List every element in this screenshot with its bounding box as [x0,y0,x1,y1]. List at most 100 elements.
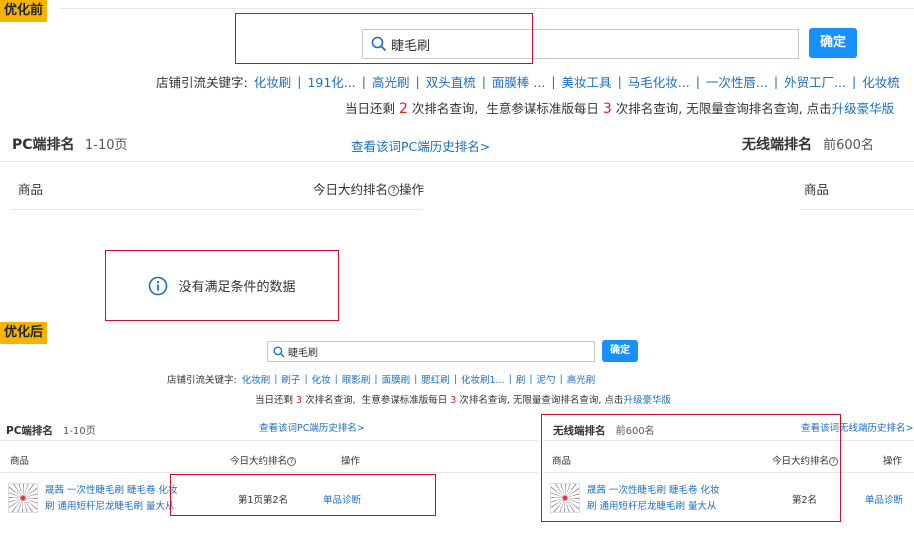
col-rank: 今日大约排名? [230,453,297,467]
keyword-link[interactable]: 化妆 [312,372,331,386]
product-title[interactable]: 晟茜 一次性睫毛刷 睫毛卷 化妆 刷 通用短杆尼龙睫毛刷 量大从 [45,483,178,515]
quota-text: 生意参谋标准版每日 [486,101,599,116]
product-title-line: 刷 通用短杆尼龙睫毛刷 量大从 [45,501,175,512]
keyword-separator: | [304,373,308,385]
confirm-button[interactable]: 确定 [809,28,857,58]
col-product: 商品 [18,182,44,197]
pc-result-highlight [170,474,436,516]
quota-text: 点击 [806,101,832,116]
keyword-separator: | [508,373,512,385]
quota-line-after: 当日还剩 3 次排名查询, 生意参谋标准版每日 3 次排名查询, 无限量查询排名… [255,392,671,406]
keyword-separator: | [274,373,278,385]
wireless-rank-top: 前600名 [823,138,874,153]
keyword-separator: | [361,73,366,89]
col-rank: 今日大约排名? 操作 [313,179,424,198]
keyword-link[interactable]: 面膜刷 [382,372,411,386]
pc-rank-pages: 1-10页 [63,426,96,437]
table-divider-right [800,209,914,210]
after-tag: 优化后 [0,322,48,344]
pc-rank-value: 第1页第2名 [238,495,289,506]
quota-limit: 3 [602,101,612,117]
top-divider [60,8,914,9]
product-thumbnail[interactable] [8,483,38,513]
col-rank-label: 今日大约排名 [230,456,288,467]
help-icon[interactable]: ? [287,457,297,466]
quota-text: 次排名查询, 无限量查询排名查询, [615,101,803,116]
keyword-link[interactable]: 一次性唇... [706,72,768,91]
keyword-link[interactable]: 外贸工厂... [784,72,846,91]
keyword-link[interactable]: 化妆刷 [254,72,292,91]
keyword-link[interactable]: 泥勺 [537,372,556,386]
keyword-separator: | [529,373,533,385]
keyword-link[interactable]: 化妆梳 [862,72,900,91]
keyword-separator: | [334,373,338,385]
help-icon[interactable]: ? [388,185,400,196]
quota-count: 3 [296,395,303,406]
keyword-link[interactable]: 高光刷 [567,372,596,386]
keyword-link[interactable]: 腮红刷 [421,372,450,386]
pc-rank-pages: 1-10页 [85,138,128,153]
quota-text: 次排名查询, [411,101,479,116]
search-value: 睫毛刷 [288,348,318,359]
keyword-separator: | [481,73,486,89]
pc-rank-header: PC端排名 1-10页 [12,134,128,154]
empty-state-box: 没有满足条件的数据 [105,250,339,321]
keyword-separator: | [297,73,302,89]
keyword-label: 店铺引流关键字: [167,375,237,386]
diagnose-button[interactable]: 单品诊断 [323,492,361,506]
keyword-link[interactable]: 马毛化妆... [628,72,690,91]
keyword-separator: | [695,73,700,89]
search-icon [273,345,285,357]
col-action: 操作 [883,456,903,467]
pc-rank-title: PC端排名 [12,137,75,153]
keyword-link[interactable]: 双头直梳 [426,72,476,91]
diagnose-button[interactable]: 单品诊断 [865,492,903,506]
keyword-link[interactable]: 化妆刷1... [461,372,505,386]
keyword-link[interactable]: 191化... [307,72,355,91]
header-divider [0,472,538,473]
section-divider [0,161,914,162]
keyword-link[interactable]: 美妆工具 [562,72,612,91]
keyword-row: 店铺引流关键字: 化妆刷 | 191化... | 高光刷 | 双头直梳 | 面膜棒 ... | 美妆… [156,72,900,90]
keyword-link[interactable]: 化妆刷 [242,372,271,386]
before-tag: 优化前 [0,0,48,22]
keyword-separator: | [415,73,420,89]
upgrade-link[interactable]: 升级豪华版 [623,395,671,406]
keyword-separator: | [551,73,556,89]
keyword-link[interactable]: 刷子 [281,372,300,386]
quota-text: 点击 [604,395,624,406]
confirm-button-after[interactable]: 确定 [602,340,638,362]
col-action: 操作 [341,456,361,467]
col-action-label: 操作 [399,182,425,197]
history-link-pc[interactable]: 查看该词PC端历史排名> [351,136,490,155]
quota-text: 次排名查询, [305,395,356,406]
col-rank-label: 今日大约排名 [313,182,389,197]
keyword-link[interactable]: 眼影刷 [342,372,371,386]
keyword-row-after: 店铺引流关键字: 化妆刷 | 刷子 | 化妆 | 眼影刷 | 面膜刷 | 腮红刷 | 化妆刷1... | 刷… [167,372,596,387]
pc-rank-header-after: PC端排名 1-10页 [6,419,96,438]
keyword-link[interactable]: 刷 [516,372,526,386]
keyword-separator: | [453,373,458,385]
table-divider-left [12,209,422,210]
quota-limit: 3 [450,395,457,406]
wireless-highlight-box [541,414,841,522]
keyword-separator: | [851,73,857,89]
quota-text: 生意参谋标准版每日 [361,395,448,406]
keyword-link[interactable]: 高光刷 [372,72,410,91]
col-product-right: 商品 [804,182,830,197]
keyword-link[interactable]: 面膜棒 ... [492,72,545,91]
product-title-line: 晟茜 一次性睫毛刷 睫毛卷 化妆 [45,485,178,496]
quota-line: 当日还剩 2 次排名查询, 生意参谋标准版每日 3 次排名查询, 无限量查询排名… [345,98,894,117]
quota-text: 当日还剩 [345,101,396,116]
keyword-separator: | [559,373,563,385]
quota-text: 当日还剩 [255,395,294,406]
keyword-separator: | [617,73,622,89]
wireless-rank-header: 无线端排名 前600名 [742,134,874,154]
wireless-rank-title: 无线端排名 [742,137,812,153]
search-input-after[interactable]: 睫毛刷 [267,341,595,362]
info-icon [149,276,168,295]
keyword-separator: | [414,373,418,385]
pc-rank-title: PC端排名 [6,425,53,437]
upgrade-link[interactable]: 升级豪华版 [832,101,895,116]
history-link-pc[interactable]: 查看该词PC端历史排名> [259,420,365,434]
